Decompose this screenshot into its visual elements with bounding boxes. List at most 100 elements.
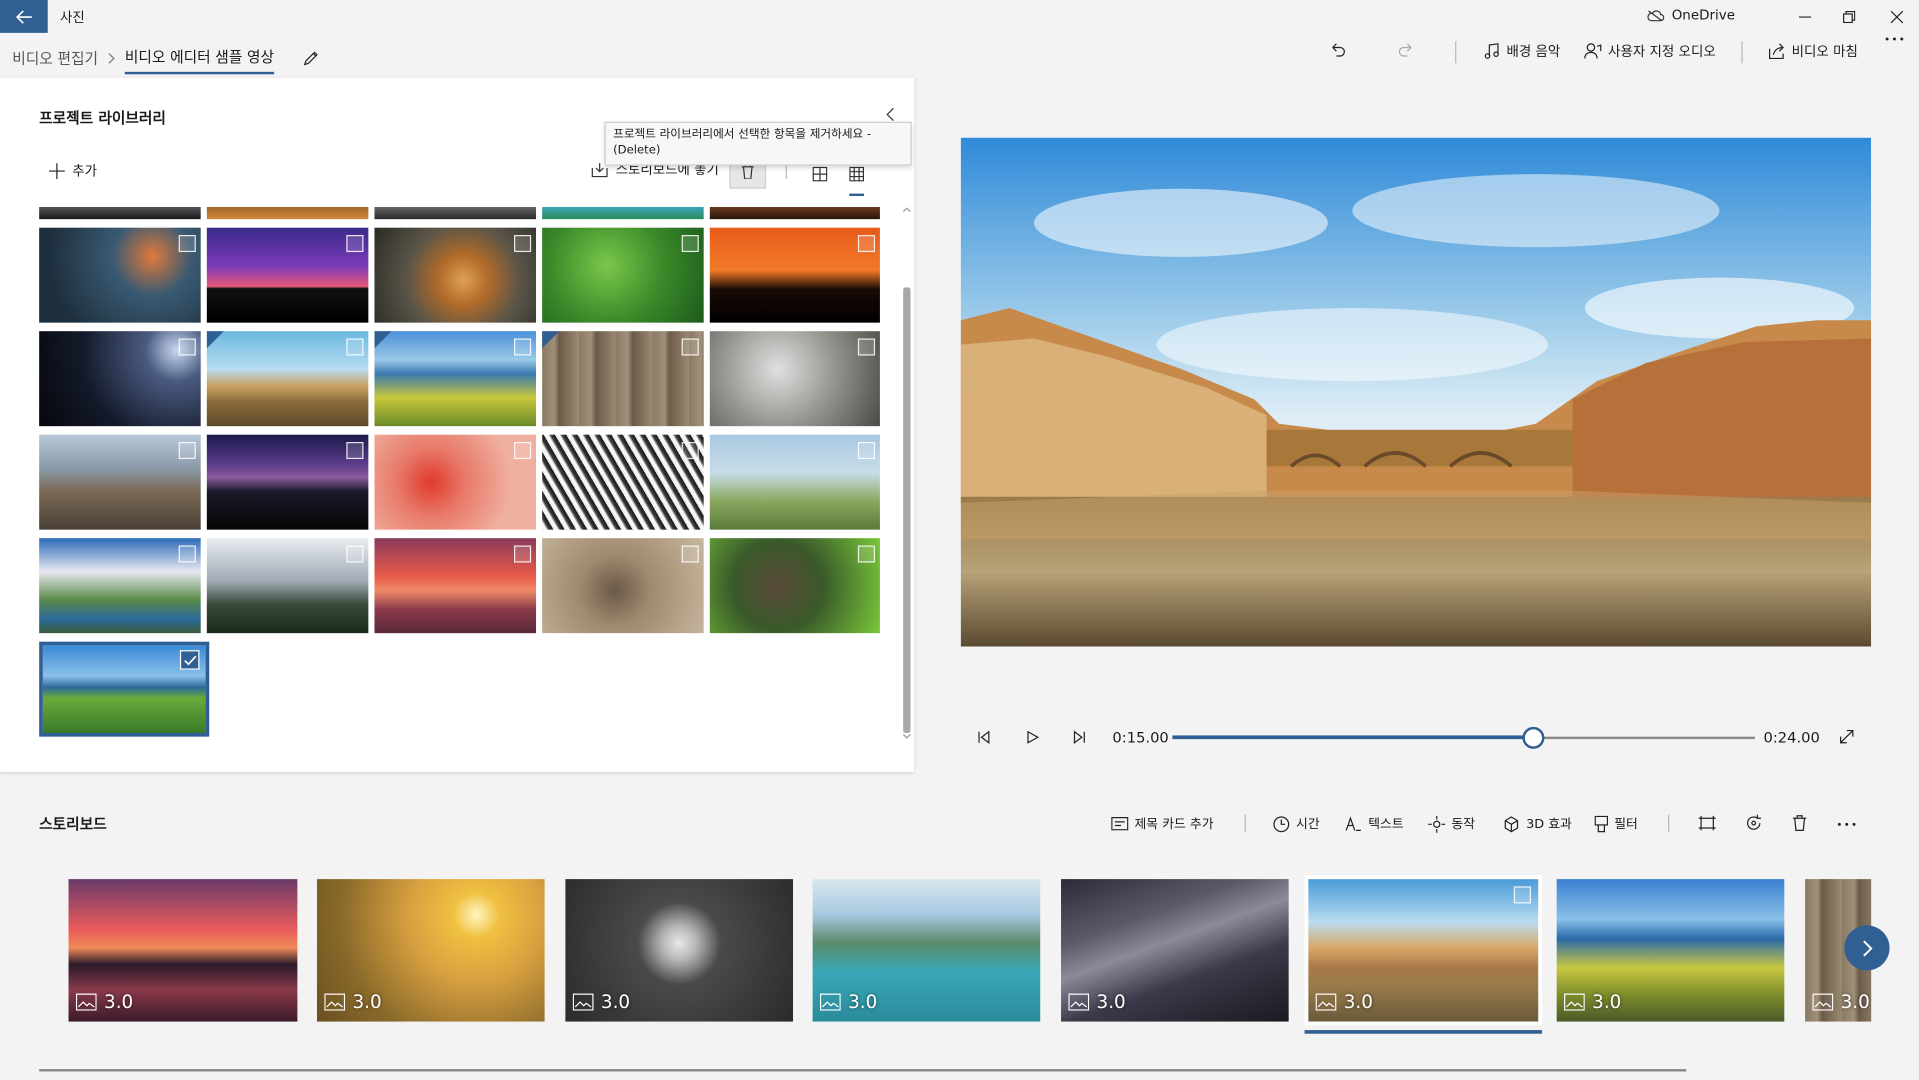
clip-duration: 3.0 [1564, 991, 1621, 1013]
library-thumbnail[interactable] [206, 227, 369, 323]
library-thumbnail[interactable] [39, 227, 201, 323]
clip-duration: 3.0 [572, 991, 630, 1013]
storyboard-scrollbar[interactable] [39, 1069, 1687, 1072]
library-thumbnail[interactable] [542, 206, 704, 220]
storyboard-clip[interactable]: 3.0 [68, 879, 298, 1022]
resize-icon[interactable] [1698, 815, 1716, 831]
finish-video-button[interactable]: 비디오 마침 [1768, 41, 1858, 60]
breadcrumb-parent[interactable]: 비디오 편집기 [12, 47, 98, 68]
library-thumbnail[interactable] [206, 206, 369, 220]
more-options-button[interactable] [1885, 37, 1905, 42]
next-frame-icon[interactable] [1073, 730, 1085, 744]
library-thumbnail[interactable] [709, 206, 880, 220]
filters-button[interactable]: 필터 [1594, 815, 1638, 833]
library-thumbnail[interactable] [542, 538, 704, 634]
storyboard-next-button[interactable] [1844, 925, 1890, 971]
redo-button[interactable] [1398, 41, 1415, 58]
thumbnail-checkbox[interactable] [681, 441, 699, 460]
library-thumbnail[interactable] [542, 331, 704, 427]
library-thumbnail[interactable] [374, 206, 537, 220]
storyboard-clip-selected[interactable]: 3.0 [1304, 875, 1542, 1026]
undo-button[interactable] [1329, 41, 1346, 58]
storyboard-clip[interactable]: 3.0 [1556, 879, 1785, 1022]
small-grid-icon [849, 166, 865, 182]
previous-frame-icon[interactable] [978, 730, 990, 744]
back-button[interactable] [0, 0, 48, 33]
thumbnail-checkbox[interactable] [178, 441, 196, 460]
thumbnail-checkbox[interactable] [513, 234, 532, 253]
thumbnail-checkbox[interactable] [857, 234, 876, 253]
storyboard-more-icon[interactable] [1837, 822, 1857, 827]
thumbnail-checkbox[interactable] [857, 338, 876, 356]
seek-thumb[interactable] [1522, 726, 1545, 749]
thumbnail-checkbox[interactable] [857, 545, 876, 563]
library-thumbnail[interactable] [39, 538, 201, 634]
scroll-up-arrow-icon[interactable] [903, 207, 911, 213]
duration-button[interactable]: 시간 [1273, 815, 1320, 833]
storyboard-clip[interactable]: 3.0 [316, 879, 545, 1022]
expand-icon[interactable] [1839, 729, 1854, 744]
duration-label: 시간 [1296, 817, 1320, 832]
library-thumbnail[interactable] [709, 331, 880, 427]
onedrive-status[interactable]: OneDrive [1647, 7, 1735, 23]
thumbnail-checkbox[interactable] [513, 338, 532, 356]
clip-checkbox[interactable] [1513, 886, 1531, 904]
collapse-chevron-icon[interactable] [886, 107, 896, 122]
thumbnail-checkbox[interactable] [681, 338, 699, 356]
background-music-button[interactable]: 배경 음악 [1483, 41, 1560, 60]
add-title-card-button[interactable]: 제목 카드 추가 [1111, 815, 1214, 833]
thumbnail-checkbox[interactable] [681, 234, 699, 253]
thumbnail-checkbox[interactable] [346, 441, 364, 460]
library-thumbnail[interactable] [374, 538, 537, 634]
library-thumbnail[interactable] [374, 434, 537, 530]
library-thumbnail[interactable] [374, 331, 537, 427]
thumbnail-checkbox[interactable] [178, 338, 196, 356]
thumbnail-checkbox[interactable] [178, 234, 196, 253]
storyboard-clip[interactable]: 3.0 [812, 879, 1041, 1022]
library-thumbnail[interactable] [39, 206, 201, 220]
custom-audio-button[interactable]: 사용자 지정 오디오 [1584, 41, 1716, 60]
video-preview[interactable] [960, 137, 1872, 647]
add-label: 추가 [72, 163, 97, 179]
text-button[interactable]: 텍스트 [1345, 815, 1404, 833]
motion-button[interactable]: 동작 [1428, 815, 1475, 833]
library-thumbnail[interactable] [709, 538, 880, 634]
thumbnail-checkbox[interactable] [178, 545, 196, 563]
thumbnail-checkbox[interactable] [513, 545, 532, 563]
thumbnail-checkbox[interactable] [857, 441, 876, 460]
library-thumbnail[interactable] [206, 538, 369, 634]
storyboard-clip[interactable]: 3.0 [1061, 879, 1289, 1022]
thumbnail-checkbox[interactable] [346, 234, 364, 253]
library-thumbnail[interactable] [206, 434, 369, 530]
library-scrollbar[interactable] [902, 207, 912, 743]
library-thumbnail[interactable] [542, 434, 704, 530]
storyboard-clip[interactable]: 3.0 [565, 879, 794, 1022]
library-thumbnail[interactable] [542, 227, 704, 323]
rotate-icon[interactable] [1745, 814, 1762, 832]
library-thumbnail[interactable] [709, 227, 880, 323]
thumbnail-checkbox[interactable] [681, 545, 699, 563]
library-scroll-thumb[interactable] [903, 287, 911, 733]
thumbnail-checkbox[interactable] [346, 338, 364, 356]
small-grid-view-button[interactable] [849, 163, 865, 197]
delete-clip-icon[interactable] [1792, 815, 1807, 832]
large-grid-view-button[interactable] [812, 163, 828, 186]
play-icon[interactable] [1027, 730, 1040, 744]
thumbnail-checkbox[interactable] [513, 441, 532, 460]
storyboard-divider [1244, 814, 1246, 832]
thumbnail-checkbox[interactable] [346, 545, 364, 563]
library-thumbnail[interactable] [709, 434, 880, 530]
library-thumbnail[interactable] [39, 434, 201, 530]
scroll-down-arrow-icon[interactable] [903, 733, 911, 739]
close-button[interactable] [1869, 0, 1919, 33]
rename-pencil-icon[interactable] [301, 48, 321, 67]
library-thumbnail[interactable] [39, 331, 201, 427]
effects-3d-button[interactable]: 3D 효과 [1503, 815, 1572, 833]
add-media-button[interactable]: 추가 [48, 161, 97, 180]
thumbnail-checkbox-checked[interactable] [179, 650, 200, 670]
background-music-label: 배경 음악 [1506, 43, 1561, 60]
library-thumbnail[interactable] [206, 331, 369, 427]
library-thumbnail[interactable] [374, 227, 537, 323]
storyboard-title: 스토리보드 [39, 815, 107, 833]
library-thumbnail-selected[interactable] [39, 641, 210, 737]
